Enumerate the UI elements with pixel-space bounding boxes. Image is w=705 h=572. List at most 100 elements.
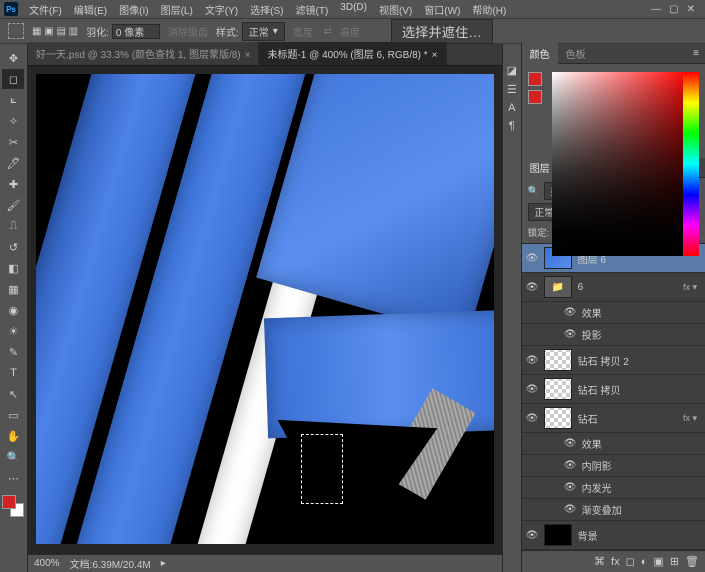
selection-marquee[interactable] [301,434,343,504]
lasso-tool[interactable]: ⟀ [2,90,24,110]
marquee-tool[interactable]: ◻ [2,69,24,89]
visibility-toggle[interactable]: 👁 [526,253,538,264]
blur-tool[interactable]: ◉ [2,300,24,320]
group-icon[interactable]: ▣ [653,555,663,568]
history-brush-tool[interactable]: ↺ [2,237,24,257]
layer-row[interactable]: 👁 钻石 拷贝 [522,375,705,404]
properties-panel-icon[interactable]: ☰ [507,83,517,96]
crop-tool[interactable]: ✂ [2,132,24,152]
foreground-swatch[interactable] [528,72,542,86]
more-tools[interactable]: ⋯ [2,468,24,488]
menu-3d[interactable]: 3D(D) [335,0,372,19]
new-layer-icon[interactable]: ⊞ [670,555,679,568]
layer-name[interactable]: 内发光 [582,480,701,495]
menu-select[interactable]: 选择(S) [245,0,288,19]
canvas[interactable] [36,74,494,544]
document-tab-1[interactable]: 未标题-1 @ 400% (图层 6, RGB/8) *× [259,42,446,65]
menu-window[interactable]: 窗口(W) [419,0,465,19]
refine-edge-button[interactable]: 选择并遮住… [391,19,493,44]
layer-name[interactable]: 投影 [582,327,701,342]
selection-mode-icons[interactable]: ▦ ▣ ▤ ▥ [32,26,78,37]
history-panel-icon[interactable]: ◪ [507,64,517,77]
color-tab[interactable]: 颜色 [522,43,558,64]
shape-tool[interactable]: ▭ [2,405,24,425]
layer-name[interactable]: 背景 [578,528,701,543]
stamp-tool[interactable]: ⎍ [2,216,24,236]
document-tab-0[interactable]: 好一天.psd @ 33.3% (颜色查找 1, 图层蒙版/8)× [28,42,259,65]
visibility-toggle[interactable]: 👁 [526,355,538,366]
menu-filter[interactable]: 滤镜(T) [291,0,334,19]
chevron-right-icon[interactable]: ▸ [161,558,166,569]
paragraph-panel-icon[interactable]: ¶ [509,120,515,132]
eyedropper-tool[interactable]: 🖊 [2,153,24,173]
type-tool[interactable]: T [2,363,24,383]
filter-kind-icon[interactable]: 🔍 [528,186,540,197]
minimize-button[interactable]: — [651,4,661,15]
layer-name[interactable]: 6 [578,282,677,293]
pen-tool[interactable]: ✎ [2,342,24,362]
visibility-toggle[interactable]: 👁 [526,530,538,541]
hand-tool[interactable]: ✋ [2,426,24,446]
move-tool[interactable]: ✥ [2,48,24,68]
menu-help[interactable]: 帮助(H) [467,0,511,19]
visibility-toggle[interactable]: 👁 [526,384,538,395]
brush-tool[interactable]: 🖌 [2,195,24,215]
background-swatch[interactable] [528,90,542,104]
wand-tool[interactable]: ✧ [2,111,24,131]
layer-name[interactable]: 钻石 拷贝 [578,382,701,397]
eraser-tool[interactable]: ◧ [2,258,24,278]
menu-file[interactable]: 文件(F) [24,0,67,19]
swap-icon[interactable]: ⇄ [324,26,332,37]
menu-layer[interactable]: 图层(L) [156,0,198,19]
layer-name[interactable]: 内阴影 [582,458,701,473]
visibility-toggle[interactable]: 👁 [526,413,538,424]
layer-fx-badge[interactable]: fx ▾ [683,282,701,293]
color-swatches[interactable] [2,495,24,517]
menu-edit[interactable]: 编辑(E) [69,0,112,19]
layers-list[interactable]: 👁图层 6👁📁6fx ▾👁效果👁投影👁钻石 拷贝 2👁钻石 拷贝👁钻石fx ▾👁… [522,244,705,550]
marquee-tool-icon[interactable] [8,23,24,39]
visibility-toggle[interactable]: 👁 [564,482,576,493]
layer-effect-item[interactable]: 👁 内发光 [522,477,705,499]
antialias-checkbox[interactable]: 消除锯齿 [168,24,208,39]
canvas-area[interactable] [28,66,502,554]
layer-row[interactable]: 👁 背景 [522,521,705,550]
path-select-tool[interactable]: ↖ [2,384,24,404]
layer-thumbnail[interactable]: 📁 [544,276,572,298]
layer-effect-item[interactable]: 👁 效果 [522,433,705,455]
layer-name[interactable]: 效果 [582,305,701,320]
layer-row[interactable]: 👁 📁 6 fx ▾ [522,273,705,302]
close-icon[interactable]: × [432,50,438,61]
foreground-color-swatch[interactable] [2,495,16,509]
adjustment-layer-icon[interactable]: ◐ [641,556,648,568]
gradient-tool[interactable]: ▦ [2,279,24,299]
menu-view[interactable]: 视图(V) [374,0,417,19]
visibility-toggle[interactable]: 👁 [564,329,576,340]
layer-effect-item[interactable]: 👁渐变叠加 [522,499,705,521]
layer-thumbnail[interactable] [544,524,572,546]
layer-thumbnail[interactable] [544,407,572,429]
layer-name[interactable]: 钻石 [578,411,677,426]
menu-image[interactable]: 图像(I) [114,0,153,19]
visibility-toggle[interactable]: 👁 [564,460,576,471]
style-dropdown[interactable]: 正常 ▾ [242,22,285,41]
character-panel-icon[interactable]: A [508,102,515,114]
visibility-toggle[interactable]: 👁 [526,282,538,293]
layer-effect-item[interactable]: 👁 内阴影 [522,455,705,477]
layer-thumbnail[interactable] [544,349,572,371]
close-button[interactable]: ✕ [687,4,695,15]
swatches-tab[interactable]: 色板 [558,43,594,64]
menu-type[interactable]: 文字(Y) [200,0,243,19]
link-layers-icon[interactable]: ⌘ [594,555,605,568]
zoom-level[interactable]: 400% [34,558,60,569]
hue-slider[interactable] [683,72,699,256]
layer-name[interactable]: 效果 [582,436,701,451]
visibility-toggle[interactable]: 👁 [564,504,576,515]
layer-effect-item[interactable]: 👁 效果 [522,302,705,324]
delete-layer-icon[interactable]: 🗑 [685,555,699,568]
visibility-toggle[interactable]: 👁 [564,307,576,318]
visibility-toggle[interactable]: 👁 [564,438,576,449]
close-icon[interactable]: × [245,50,251,61]
layer-thumbnail[interactable] [544,378,572,400]
layer-row[interactable]: 👁钻石 拷贝 2 [522,346,705,375]
